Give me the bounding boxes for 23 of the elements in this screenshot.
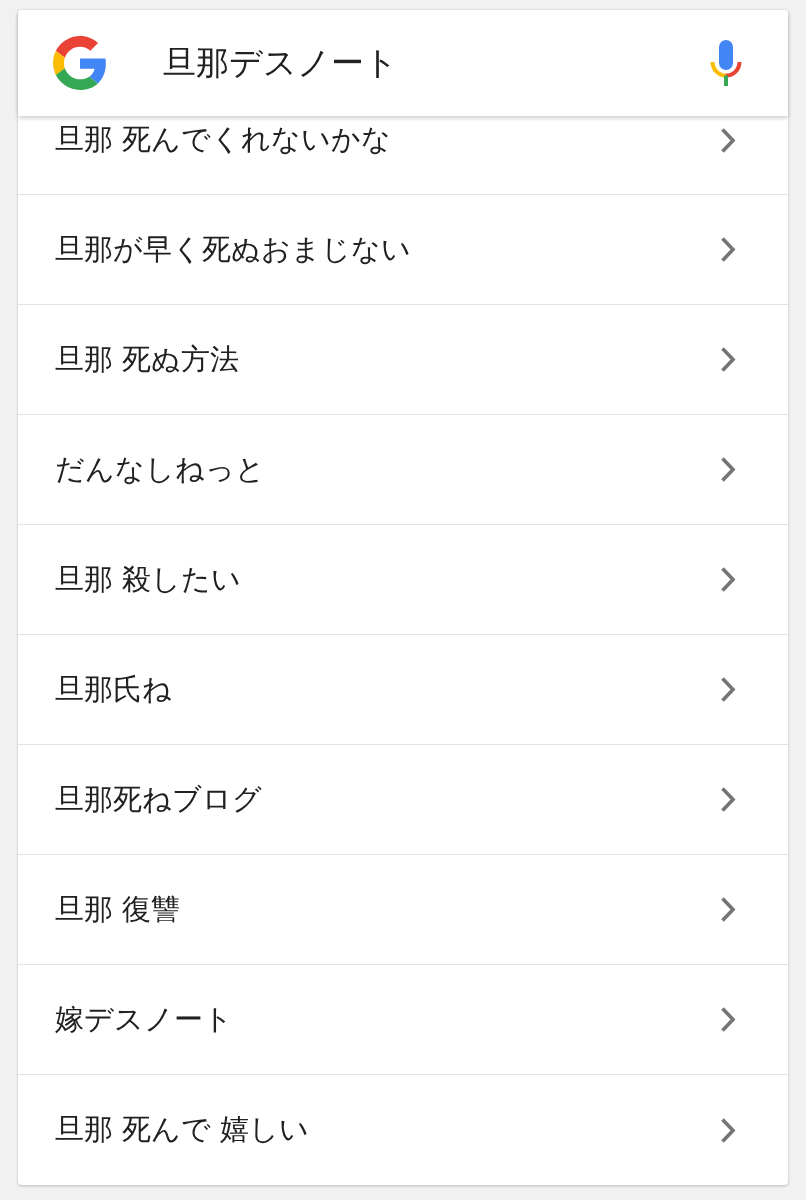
chevron-right-icon <box>720 236 736 263</box>
chevron-right-icon <box>720 1116 736 1144</box>
suggestion-item[interactable]: 旦那 復讐 <box>18 855 788 965</box>
suggestion-item[interactable]: 旦那氏ね <box>18 635 788 745</box>
suggestion-item[interactable]: 嫁デスノート <box>18 965 788 1075</box>
chevron-right-icon <box>720 126 736 154</box>
search-field[interactable]: 旦那デスノート <box>163 43 710 83</box>
suggestion-item[interactable]: 旦那 死んで 嬉しい <box>18 1075 788 1185</box>
suggestion-item[interactable]: 旦那 殺したい <box>18 525 788 635</box>
microphone-icon[interactable] <box>710 40 742 86</box>
chevron-right-icon <box>720 346 736 373</box>
chevron-right-icon <box>720 676 736 703</box>
suggestion-item[interactable]: 旦那 死ぬ方法 <box>18 305 788 415</box>
chevron-right-icon <box>720 1006 736 1033</box>
suggestion-item[interactable]: 旦那死ねブログ <box>18 745 788 855</box>
chevron-right-icon <box>720 456 736 483</box>
chevron-right-icon <box>720 786 736 813</box>
suggestion-item[interactable]: だんなしねっと <box>18 415 788 525</box>
chevron-right-icon <box>720 896 736 923</box>
chevron-right-icon <box>720 566 736 593</box>
suggestion-item[interactable]: 旦那が早く死ぬおまじない <box>18 195 788 305</box>
g-logo-icon <box>53 36 107 90</box>
suggestion-item[interactable]: 旦那 死んでくれないかな <box>18 116 788 195</box>
